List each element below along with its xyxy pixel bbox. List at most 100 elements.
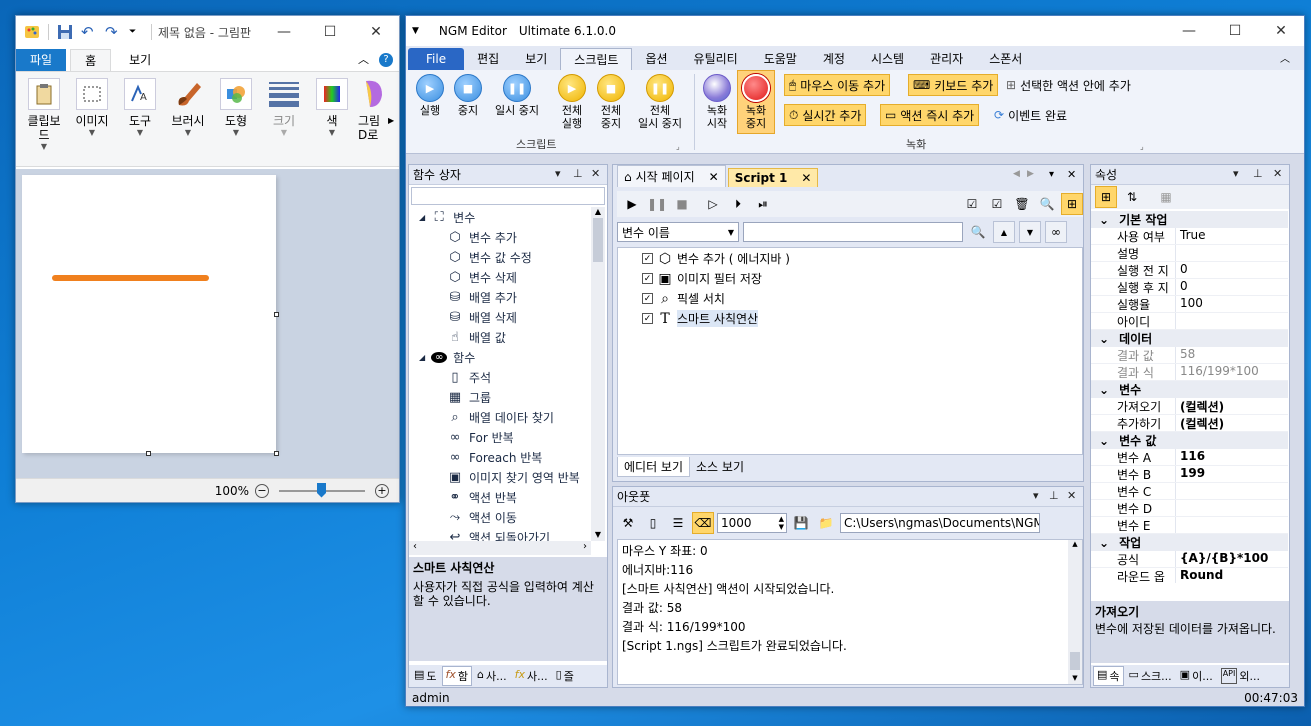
property-row[interactable]: 가져오기 (컬렉션) [1091,398,1288,415]
list-icon[interactable]: ☰ [667,512,689,534]
property-value[interactable]: (컬렉션) [1175,415,1288,431]
property-row[interactable]: 사용 여부 True [1091,228,1288,245]
action-item[interactable]: ✓ ⌕ 픽셀 서치 [642,290,725,307]
property-value[interactable]: 116/199*100 [1175,364,1288,380]
tab-home[interactable]: 홈 [70,49,112,71]
property-row[interactable]: 추가하기 (컬렉션) [1091,415,1288,432]
undo-icon[interactable]: ↶ [81,24,97,40]
function-search-input[interactable] [411,187,605,205]
stop-icon[interactable]: ■ [671,193,693,215]
ribbon-scroll-right-icon[interactable]: ▶ [388,116,394,125]
scroll-down-icon[interactable]: ▼ [591,530,605,539]
property-value[interactable]: 199 [1175,466,1288,482]
move-down-icon[interactable]: ▼ [1019,221,1041,243]
wrench-icon[interactable]: ⚒ [617,512,639,534]
add-realtime-button[interactable]: ⏱ 실시간 추가 [784,104,867,126]
scroll-down-icon[interactable]: ▼ [1068,674,1082,682]
tree-item[interactable]: ↩ 액션 되돌아가기 [447,529,551,541]
property-category[interactable]: ⌄ 데이터 [1091,330,1288,347]
tree-item[interactable]: ☝ 배열 값 [447,329,506,346]
pane-dropdown-icon[interactable]: ▾ [1233,167,1239,180]
collapse-icon[interactable]: ⌄ [1099,213,1109,227]
check-icon[interactable]: ☑ [986,193,1008,215]
property-pages-icon[interactable]: ▦ [1155,186,1177,208]
property-value[interactable] [1175,500,1288,516]
property-row[interactable]: 실행 전 지 0 [1091,262,1288,279]
property-row[interactable]: 실행율 100 [1091,296,1288,313]
record-start-button[interactable]: 녹화 시작 [702,74,732,130]
step-icon[interactable]: ▷ [702,193,724,215]
tab-source-view[interactable]: 소스 보기 [690,457,750,477]
zoom-out-icon[interactable]: − [255,483,269,498]
close-button[interactable]: ✕ [1258,15,1304,47]
pause-button[interactable]: ❚❚ 일시 중지 [490,74,544,117]
tree-item[interactable]: ∞ For 반복 [447,429,514,446]
action-item[interactable]: ✓ ▣ 이미지 필터 저장 [642,270,762,287]
log-path-field[interactable]: C:\Users\ngmas\Documents\NGM6\ [840,513,1040,533]
property-row[interactable]: 결과 식 116/199*100 [1091,364,1288,381]
property-value[interactable]: True [1175,228,1288,244]
loop-icon[interactable]: ∞ [1045,221,1067,243]
maximize-button[interactable]: ☐ [1212,15,1258,47]
tree-category[interactable]: ◢ ⛶ 변수 [419,209,475,226]
variable-select[interactable]: 변수 이름 ▼ [617,222,739,242]
property-category[interactable]: ⌄ 작업 [1091,534,1288,551]
action-checkbox[interactable]: ✓ [642,313,653,324]
collapse-icon[interactable]: ⌄ [1099,434,1109,448]
eraser-icon[interactable]: ⌫ [692,512,714,534]
run-button[interactable]: ▶ 실행 [414,74,446,117]
move-up-icon[interactable]: ▲ [993,221,1015,243]
tab-file[interactable]: 파일 [16,49,67,71]
property-row[interactable]: 변수 E [1091,517,1288,534]
scroll-thumb[interactable] [1070,652,1080,670]
pane-pin-icon[interactable]: ⊥ [1253,167,1263,180]
pane-close-icon[interactable]: ✕ [1273,167,1282,180]
menu-admin[interactable]: 관리자 [917,48,976,70]
ribbon-collapse-icon[interactable]: ︿ [358,51,369,67]
property-value[interactable]: 0 [1175,279,1288,295]
clipboard-group[interactable]: 클립보드 ▼ [22,76,66,162]
variable-value-input[interactable] [743,222,963,242]
tab-external-api[interactable]: API 외... [1218,667,1263,685]
tree-item[interactable]: ⚭ 액션 반복 [447,489,517,506]
group-expand-icon[interactable]: ⌟ [1140,142,1144,151]
minimize-button[interactable]: — [1166,15,1212,47]
tree-item[interactable]: ⛁ 배열 삭제 [447,309,517,326]
redo-icon[interactable]: ↷ [105,24,121,40]
check-all-icon[interactable]: ☑ [961,193,983,215]
system-menu-icon[interactable]: ▼ [412,26,419,36]
add-instant-button[interactable]: ▭ 액션 즉시 추가 [880,104,980,126]
tree-item[interactable]: ▦ 그룹 [447,389,491,406]
zoom-in-icon[interactable]: + [375,483,389,498]
tab-functions[interactable]: fx 함 [441,666,473,686]
add-keyboard-button[interactable]: ⌨ 키보드 추가 [908,74,999,96]
resize-handle-corner[interactable] [274,451,279,456]
run-icon[interactable]: ▶ [621,193,643,215]
menu-sponsor[interactable]: 스폰서 [976,48,1035,70]
search-icon[interactable]: 🔍 [967,221,989,243]
run-all-button[interactable]: ▶ 전체 실행 [556,74,588,130]
menu-file[interactable]: File [408,48,465,70]
pane-close-icon[interactable]: ✕ [591,167,600,180]
menu-system[interactable]: 시스템 [858,48,917,70]
menu-edit[interactable]: 편집 [464,48,512,70]
shapes-group[interactable]: 도형 ▼ [214,76,258,162]
stepper-arrows-icon[interactable]: ▲ ▼ [779,515,786,531]
pane-dropdown-icon[interactable]: ▾ [1033,489,1039,502]
property-category[interactable]: ⌄ 변수 값 [1091,432,1288,449]
log-vscrollbar[interactable]: ▲ ▼ [1068,540,1082,684]
property-value[interactable] [1175,517,1288,533]
minimize-button[interactable]: — [261,16,307,48]
tree-item[interactable]: ⌕ 배열 데이타 찾기 [447,409,554,426]
brush-group[interactable]: 브러시 ▼ [166,76,210,162]
event-complete-button[interactable]: ⟳ 이벤트 완료 [990,104,1071,126]
tab-scroll-left-icon[interactable]: ◀ [1013,169,1020,179]
tab-favorites[interactable]: ▯ 즐 [553,667,577,685]
pause-icon[interactable]: ❚❚ [646,193,668,215]
delete-icon[interactable]: 🗑 [1011,193,1033,215]
collapse-icon[interactable]: ⌄ [1099,536,1109,550]
property-row[interactable]: 실행 후 지 0 [1091,279,1288,296]
add-mouse-move-button[interactable]: 🖱 마우스 이동 추가 [784,74,891,96]
property-row[interactable]: 라운드 옵 Round [1091,568,1288,583]
collapse-icon[interactable]: ⌄ [1099,332,1109,346]
